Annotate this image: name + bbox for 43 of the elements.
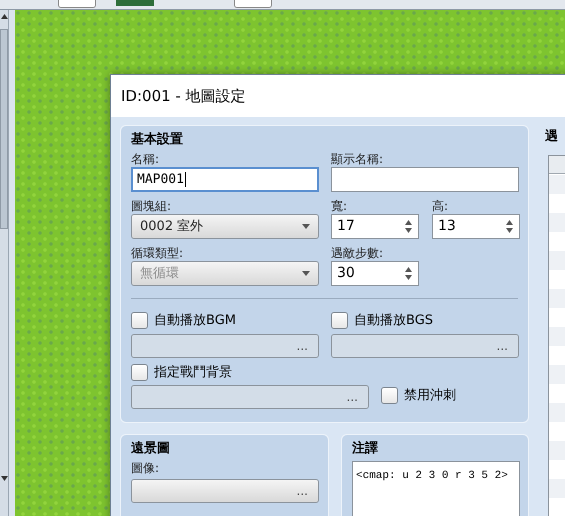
toolbar-button[interactable] (58, 0, 96, 8)
panel-title: 遇 (545, 129, 559, 145)
checkbox[interactable] (131, 364, 148, 381)
field-label: 顯示名稱: (331, 152, 384, 167)
file-picker-button[interactable]: ... (131, 479, 319, 503)
file-picker-button[interactable]: ... (131, 385, 369, 409)
checkbox-label: 自動播放BGM (154, 312, 236, 330)
file-picker-button[interactable]: ... (131, 334, 319, 358)
spinner-arrows-icon (405, 267, 412, 280)
field-label: 高: (432, 199, 450, 214)
checkbox[interactable] (131, 312, 148, 330)
text-field[interactable]: MAP001 (131, 167, 319, 192)
scroll-up-icon[interactable] (0, 14, 8, 19)
number-spinner[interactable]: 30 (331, 261, 419, 286)
dropdown-caret-icon (302, 224, 310, 229)
checkbox[interactable] (331, 312, 348, 330)
field-label: 圖像: (131, 461, 160, 476)
note-textarea[interactable]: <cmap: u 2 3 0 r 3 5 2> (352, 461, 520, 516)
field-label: 圖塊組: (131, 199, 172, 214)
spinner-arrows-icon (506, 220, 513, 233)
checkbox[interactable] (381, 386, 398, 404)
field-label: 循環類型: (131, 246, 184, 261)
scroll-down-icon[interactable] (0, 476, 8, 481)
field-label: 遇敵步數: (331, 246, 384, 261)
checkbox-label: 禁用沖刺 (404, 386, 456, 404)
text-caret (184, 172, 186, 187)
toolbar-button[interactable] (234, 0, 272, 8)
dialog-title: ID:001 - 地圖設定 (121, 86, 246, 107)
dropdown-caret-icon (302, 271, 310, 276)
text-field[interactable] (331, 167, 519, 192)
panel-title: 基本設置 (131, 132, 184, 148)
panel-title: 遠景圖 (131, 441, 171, 457)
spinner-arrows-icon (405, 220, 412, 233)
scrollbar-thumb[interactable] (0, 29, 8, 229)
field-label: 名稱: (131, 152, 160, 167)
number-spinner[interactable]: 17 (331, 214, 419, 239)
field-label: 寬: (331, 199, 348, 214)
checkbox-label: 自動播放BGS (354, 312, 434, 330)
checkbox-label: 指定戰鬥背景 (154, 364, 232, 382)
file-picker-button[interactable]: ... (331, 334, 519, 358)
number-spinner[interactable]: 13 (432, 214, 520, 239)
panel-title: 注譯 (352, 441, 379, 457)
dropdown-field[interactable]: 0002 室外 (131, 214, 319, 239)
